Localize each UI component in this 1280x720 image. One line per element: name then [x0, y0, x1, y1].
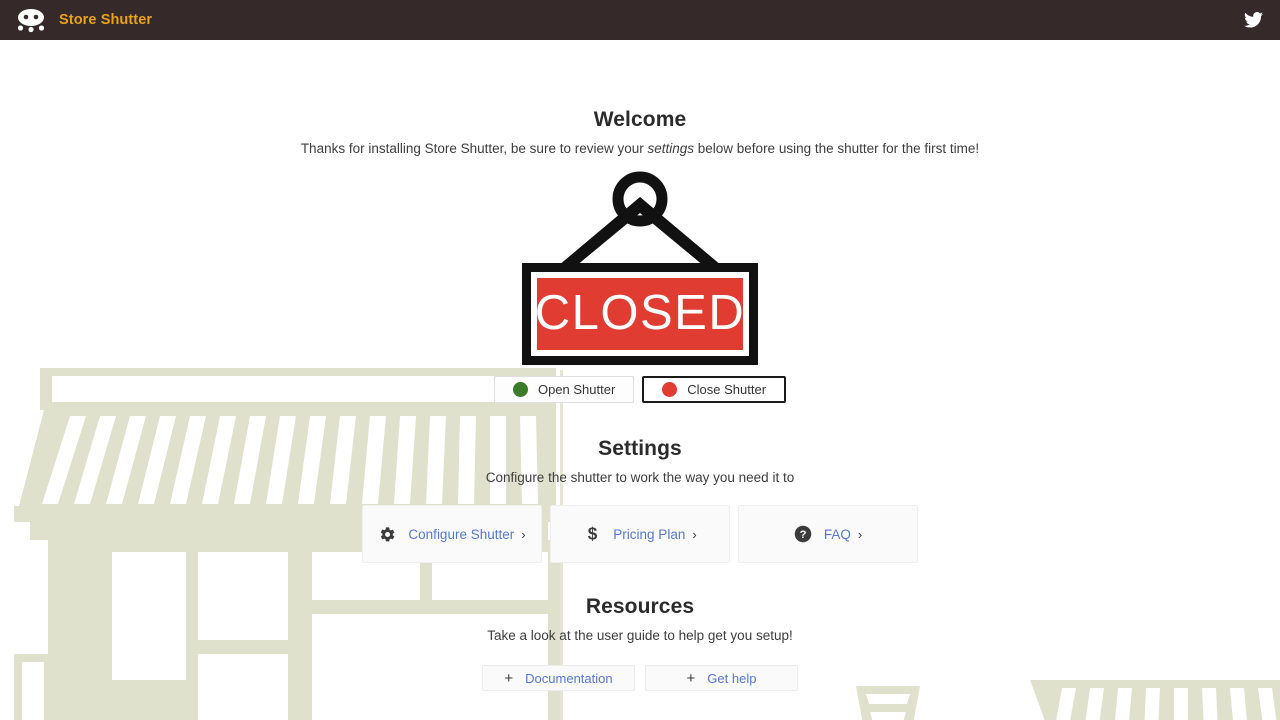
- svg-text:?: ?: [799, 529, 806, 541]
- chevron-right-icon: ›: [857, 526, 863, 542]
- dollar-icon: $: [583, 525, 601, 543]
- welcome-subtitle: Thanks for installing Store Shutter, be …: [0, 141, 1280, 156]
- settings-heading: Settings: [598, 437, 682, 460]
- pricing-plan-label: Pricing Plan: [613, 526, 686, 542]
- green-status-dot-icon: [512, 382, 528, 397]
- chevron-right-icon: ›: [692, 526, 697, 542]
- faq-label: FAQ: [823, 526, 851, 542]
- resource-button-list: + Documentation + Get help: [0, 665, 1280, 691]
- pricing-plan-card[interactable]: $ Pricing Plan ›: [550, 505, 730, 563]
- welcome-heading: Welcome: [593, 108, 687, 131]
- red-status-dot-icon: [662, 382, 678, 397]
- chevron-right-icon: ›: [521, 526, 526, 542]
- gear-icon: [378, 525, 396, 543]
- settings-section: Settings Configure the shutter to work t…: [0, 437, 1280, 563]
- configure-shutter-link[interactable]: Configure Shutter ›: [408, 527, 525, 542]
- configure-shutter-card[interactable]: Configure Shutter ›: [362, 505, 542, 563]
- resources-section: Resources Take a look at the user guide …: [0, 595, 1280, 691]
- welcome-subtitle-emphasis: settings: [647, 141, 695, 156]
- plus-icon: +: [504, 669, 514, 687]
- documentation-label: Documentation: [525, 670, 613, 686]
- twitter-icon[interactable]: [1240, 7, 1266, 33]
- get-help-label: Get help: [707, 670, 757, 686]
- settings-subtitle: Configure the shutter to work the way yo…: [485, 470, 795, 485]
- configure-shutter-label: Configure Shutter: [408, 526, 515, 542]
- documentation-button[interactable]: + Documentation: [482, 665, 635, 691]
- welcome-subtitle-before: Thanks for installing Store Shutter, be …: [300, 141, 648, 156]
- resources-subtitle: Take a look at the user guide to help ge…: [487, 628, 793, 643]
- app-title: Store Shutter: [59, 12, 153, 28]
- plus-icon: +: [686, 669, 696, 687]
- faq-card[interactable]: ? FAQ ›: [738, 505, 918, 563]
- open-shutter-label: Open Shutter: [537, 382, 616, 397]
- open-shutter-button[interactable]: Open Shutter: [493, 376, 635, 403]
- faq-link[interactable]: FAQ ›: [824, 527, 862, 542]
- main-content: Welcome Thanks for installing Store Shut…: [0, 40, 1280, 720]
- shutter-control-group: Open Shutter Close Shutter: [0, 376, 1280, 403]
- pricing-plan-link[interactable]: Pricing Plan ›: [613, 527, 696, 542]
- close-shutter-label: Close Shutter: [687, 382, 767, 397]
- app-header: Store Shutter: [0, 0, 1280, 40]
- closed-sign-text: CLOSED: [535, 286, 746, 340]
- bug-logo-icon: [14, 7, 48, 33]
- brand-group[interactable]: Store Shutter: [14, 7, 152, 33]
- question-circle-icon: ?: [794, 525, 812, 543]
- svg-text:$: $: [588, 525, 598, 543]
- welcome-section: Welcome Thanks for installing Store Shut…: [0, 40, 1280, 156]
- resources-heading: Resources: [585, 595, 695, 618]
- get-help-button[interactable]: + Get help: [645, 665, 798, 691]
- welcome-subtitle-after: below before using the shutter for the f…: [694, 141, 980, 156]
- closed-sign-graphic: CLOSED: [522, 171, 758, 365]
- settings-card-list: Configure Shutter › $ Pricing Plan › ? F…: [0, 505, 1280, 563]
- shutter-status-sign: CLOSED: [0, 171, 1280, 371]
- close-shutter-button[interactable]: Close Shutter: [642, 376, 787, 403]
